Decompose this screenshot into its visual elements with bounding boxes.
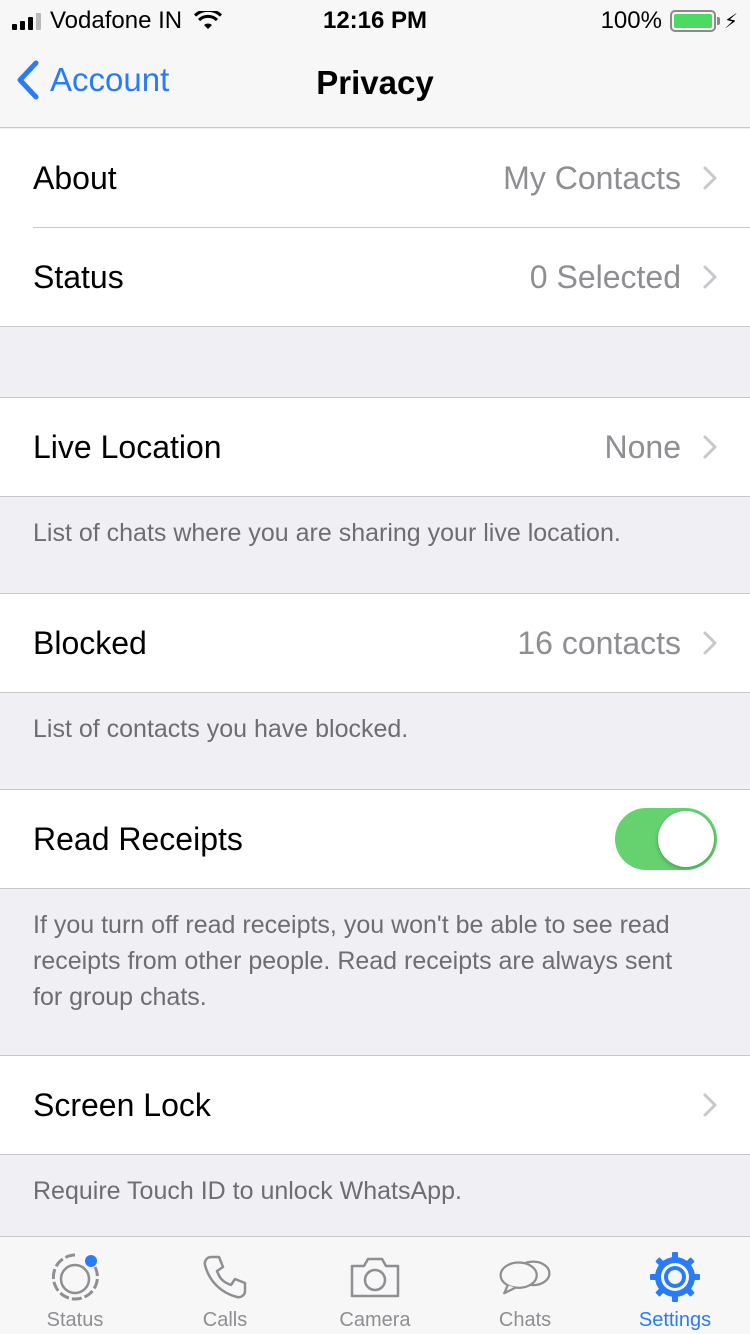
chats-icon — [497, 1249, 553, 1305]
status-value: 0 Selected — [529, 258, 681, 295]
tab-calls[interactable]: Calls — [150, 1237, 300, 1334]
status-label: Status — [33, 258, 124, 295]
camera-icon — [347, 1249, 403, 1305]
tab-camera[interactable]: Camera — [300, 1237, 450, 1334]
live-location-row[interactable]: Live Location None — [0, 398, 750, 496]
tab-label: Calls — [202, 1309, 248, 1331]
blocked-row[interactable]: Blocked 16 contacts — [0, 594, 750, 692]
privacy-settings-list: About My Contacts Status 0 Selected Live… — [0, 129, 750, 1209]
read-receipts-label: Read Receipts — [33, 820, 243, 857]
about-label: About — [33, 159, 117, 196]
status-row[interactable]: Status 0 Selected — [0, 228, 750, 326]
tab-label: Camera — [339, 1309, 411, 1331]
battery-percentage: 100% — [600, 7, 662, 34]
tab-settings[interactable]: Settings — [600, 1237, 750, 1334]
live-location-footer: List of chats where you are sharing your… — [33, 519, 621, 547]
screen-lock-label: Screen Lock — [33, 1086, 211, 1123]
live-location-label: Live Location — [33, 428, 222, 465]
page-title: Privacy — [316, 64, 434, 101]
blocked-footer: List of contacts you have blocked. — [33, 715, 409, 743]
chevron-right-icon — [703, 265, 717, 289]
blocked-group: Blocked 16 contacts — [0, 593, 750, 693]
tab-bar: Status Calls Camera Chats Settings — [0, 1236, 750, 1334]
navigation-bar: Account Privacy — [0, 40, 750, 128]
status-bar: Vodafone IN 12:16 PM 100% ⚡︎ — [0, 0, 750, 40]
charging-icon: ⚡︎ — [723, 10, 738, 33]
status-bar-right: 100% ⚡︎ — [601, 7, 738, 35]
screen-lock-row[interactable]: Screen Lock — [0, 1056, 750, 1154]
visibility-group: About My Contacts Status 0 Selected — [0, 129, 750, 327]
blocked-value: 16 contacts — [517, 624, 681, 661]
read-receipts-row: Read Receipts — [0, 790, 750, 888]
chevron-right-icon — [703, 631, 717, 655]
phone-icon — [197, 1249, 253, 1305]
live-location-group: Live Location None — [0, 397, 750, 497]
tab-label: Chats — [498, 1309, 552, 1331]
live-location-value: None — [604, 428, 682, 465]
tab-chats[interactable]: Chats — [450, 1237, 600, 1334]
toggle-knob — [658, 811, 714, 867]
read-receipts-footer: If you turn off read receipts, you won't… — [33, 911, 673, 1011]
chevron-right-icon — [703, 1093, 717, 1117]
read-receipts-group: Read Receipts — [0, 789, 750, 889]
tab-status[interactable]: Status — [0, 1237, 150, 1334]
screen-lock-group: Screen Lock — [0, 1055, 750, 1155]
tab-label: Settings — [638, 1309, 712, 1331]
gear-icon — [647, 1249, 703, 1305]
about-value: My Contacts — [503, 159, 681, 196]
status-icon — [47, 1249, 103, 1305]
chevron-right-icon — [703, 166, 717, 190]
tab-label: Status — [46, 1309, 104, 1331]
blocked-label: Blocked — [33, 624, 147, 661]
battery-icon — [669, 10, 720, 32]
read-receipts-toggle[interactable] — [615, 808, 717, 870]
screen-lock-footer: Require Touch ID to unlock WhatsApp. — [33, 1177, 462, 1205]
about-row[interactable]: About My Contacts — [0, 129, 750, 227]
chevron-right-icon — [703, 435, 717, 459]
